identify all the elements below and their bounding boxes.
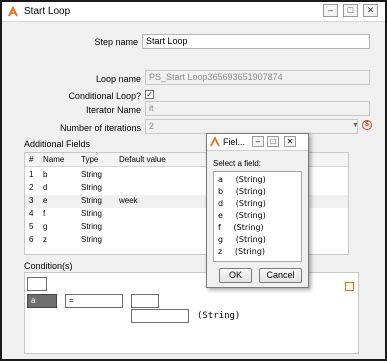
minimize-icon: – — [327, 5, 333, 15]
dialog-title: Fiel... — [223, 137, 246, 147]
cancel-button[interactable]: Cancel — [259, 268, 302, 283]
row-type[interactable]: String — [81, 222, 102, 231]
header-default[interactable]: Default value — [119, 155, 166, 164]
list-item[interactable]: d (String) — [218, 199, 266, 208]
iterator-name-label: Iterator Name — [85, 105, 141, 115]
chevron-down-icon[interactable]: ▼ — [352, 122, 359, 129]
row-name[interactable]: z — [43, 235, 47, 244]
minimize-button[interactable]: – — [323, 4, 338, 17]
row-type[interactable]: String — [81, 196, 102, 205]
step-name-input[interactable]: Start Loop — [142, 34, 370, 49]
conditional-loop-label: Conditional Loop? — [68, 91, 141, 101]
list-item[interactable]: b (String) — [218, 187, 266, 196]
checkmark-icon: ✓ — [146, 90, 153, 99]
condition-operator-box[interactable]: = — [65, 294, 123, 308]
header-name[interactable]: Name — [43, 155, 64, 164]
variable-icon[interactable]: $ — [362, 120, 372, 130]
list-item[interactable]: a (String) — [218, 175, 266, 184]
row-name[interactable]: g — [43, 222, 47, 231]
row-num: 3 — [29, 196, 34, 205]
row-num: 4 — [29, 209, 34, 218]
close-icon: ✕ — [286, 137, 294, 146]
iterations-select[interactable]: 2 — [145, 119, 358, 134]
row-num: 6 — [29, 235, 34, 244]
add-condition-icon[interactable] — [345, 282, 354, 291]
list-item[interactable]: f (String) — [218, 223, 264, 232]
condition-value-box[interactable] — [131, 294, 159, 308]
condition-type-label: (String) — [197, 311, 241, 321]
row-type[interactable]: String — [81, 183, 102, 192]
conditional-loop-checkbox[interactable]: ✓ — [145, 90, 154, 99]
dialog-prompt: Select a field: — [213, 159, 262, 168]
start-loop-window: Start Loop – □ ✕ Step name Start Loop Lo… — [0, 0, 387, 361]
header-type[interactable]: Type — [81, 155, 98, 164]
close-icon: ✕ — [366, 5, 375, 15]
row-num: 2 — [29, 183, 34, 192]
step-name-label: Step name — [94, 37, 138, 47]
dialog-close-button[interactable]: ✕ — [284, 136, 296, 147]
row-default[interactable]: week — [119, 196, 138, 205]
row-name[interactable]: d — [43, 183, 47, 192]
condition-field-box[interactable]: a — [27, 294, 57, 308]
window-title: Start Loop — [24, 6, 71, 17]
list-item[interactable]: e (String) — [218, 211, 266, 220]
additional-fields-title: Additional Fields — [24, 139, 91, 149]
loop-name-label: Loop name — [95, 74, 141, 84]
row-type[interactable]: String — [81, 170, 102, 179]
title-bar: Start Loop – □ ✕ — [2, 2, 385, 22]
dialog-minimize-button[interactable]: – — [252, 136, 264, 147]
row-name[interactable]: f — [43, 209, 45, 218]
dialog-app-icon — [210, 137, 220, 147]
conditions-title: Condition(s) — [24, 261, 73, 271]
select-field-dialog: Fiel... – □ ✕ Select a field: a (String)… — [206, 133, 309, 288]
iterator-name-input[interactable]: it — [145, 101, 370, 116]
list-item[interactable]: z (String) — [218, 247, 265, 256]
condition-exact-value-box[interactable] — [131, 309, 189, 323]
dialog-maximize-button[interactable]: □ — [267, 136, 279, 147]
header-num: # — [29, 155, 34, 164]
close-button[interactable]: ✕ — [363, 4, 378, 17]
loop-name-input[interactable]: PS_Start Loop365693651907874 — [145, 70, 370, 85]
row-name[interactable]: b — [43, 170, 47, 179]
row-name[interactable]: e — [43, 196, 47, 205]
maximize-icon: □ — [347, 5, 354, 15]
dialog-title-bar: Fiel... – □ ✕ — [207, 134, 308, 151]
row-type[interactable]: String — [81, 209, 102, 218]
row-type[interactable]: String — [81, 235, 102, 244]
maximize-icon: □ — [270, 137, 276, 146]
condition-negate-box[interactable] — [27, 277, 47, 291]
row-num: 1 — [29, 170, 34, 179]
minimize-icon: – — [255, 137, 261, 146]
list-item[interactable]: g (String) — [218, 235, 266, 244]
ok-button[interactable]: OK — [219, 268, 252, 283]
field-list[interactable]: a (String) b (String) d (String) e (Stri… — [213, 171, 302, 262]
loop-app-icon — [8, 6, 18, 17]
iterations-label: Number of iterations — [59, 123, 141, 133]
maximize-button[interactable]: □ — [343, 4, 358, 17]
row-num: 5 — [29, 222, 34, 231]
